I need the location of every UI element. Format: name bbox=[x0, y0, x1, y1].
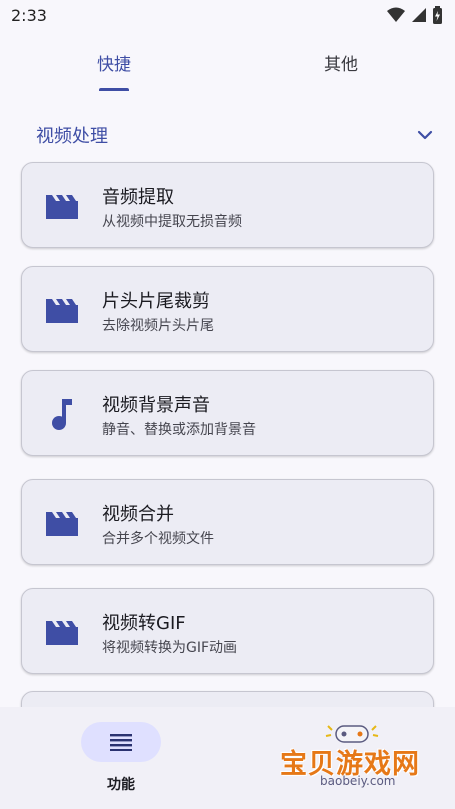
status-bar: 2:33 bbox=[0, 0, 455, 30]
section-title: 视频处理 bbox=[36, 126, 108, 147]
tab-indicator bbox=[99, 88, 129, 91]
card-title: 视频背景声音 bbox=[102, 395, 210, 416]
tab-shortcuts[interactable]: 快捷 bbox=[0, 44, 228, 92]
chevron-down-icon bbox=[417, 130, 433, 140]
tab-other[interactable]: 其他 bbox=[227, 44, 455, 92]
movie-clapper-icon bbox=[42, 188, 82, 224]
tab-bar: 快捷 其他 bbox=[0, 44, 455, 92]
movie-clapper-icon bbox=[42, 292, 82, 328]
section-header-video-processing[interactable]: 视频处理 bbox=[0, 118, 455, 152]
card-subtitle: 静音、替换或添加背景音 bbox=[102, 422, 256, 438]
status-icons bbox=[387, 6, 443, 24]
movie-clapper-icon bbox=[42, 505, 82, 541]
watermark-logo: 宝贝游戏网 baobeiy.com bbox=[278, 722, 428, 802]
nav-label: 功能 bbox=[107, 777, 135, 793]
watermark-url: baobeiy.com bbox=[320, 774, 396, 788]
feature-card-video-merge[interactable]: 视频合并 合并多个视频文件 bbox=[21, 479, 434, 565]
music-note-icon bbox=[42, 396, 82, 432]
card-title: 视频合并 bbox=[102, 504, 174, 525]
card-subtitle: 将视频转换为GIF动画 bbox=[102, 640, 238, 656]
feature-card-background-sound[interactable]: 视频背景声音 静音、替换或添加背景音 bbox=[21, 370, 434, 456]
signal-icon bbox=[412, 8, 426, 22]
wifi-icon bbox=[387, 7, 405, 22]
card-title: 视频转GIF bbox=[102, 613, 186, 634]
feature-card-audio-extract[interactable]: 音频提取 从视频中提取无损音频 bbox=[21, 162, 434, 248]
card-subtitle: 合并多个视频文件 bbox=[102, 531, 214, 547]
battery-icon bbox=[433, 6, 442, 24]
nav-active-indicator bbox=[81, 722, 161, 762]
feature-card-video-to-gif[interactable]: 视频转GIF 将视频转换为GIF动画 bbox=[21, 588, 434, 674]
card-subtitle: 从视频中提取无损音频 bbox=[102, 214, 242, 230]
feature-card-trim-intro-outro[interactable]: 片头片尾裁剪 去除视频片头片尾 bbox=[21, 266, 434, 352]
menu-lines-icon bbox=[110, 734, 132, 751]
card-title: 音频提取 bbox=[102, 187, 174, 208]
status-time: 2:33 bbox=[11, 5, 47, 25]
nav-item-functions[interactable]: 功能 bbox=[61, 722, 181, 802]
movie-clapper-icon bbox=[42, 614, 82, 650]
card-subtitle: 去除视频片头片尾 bbox=[102, 318, 214, 334]
card-title: 片头片尾裁剪 bbox=[102, 291, 210, 312]
